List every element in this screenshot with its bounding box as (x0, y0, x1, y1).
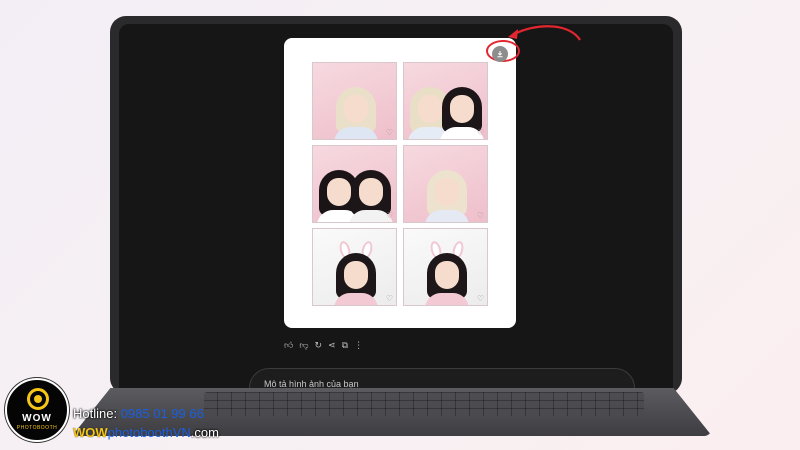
hotline-number: 0985 01 99 66 (120, 406, 204, 421)
copy-icon[interactable]: ⧉ (342, 340, 348, 350)
prompt-placeholder: Mô tả hình ảnh của bạn (264, 379, 359, 389)
generated-photo-card: ♡ ♡ ♡ ♡ ♡ ♡ (284, 38, 520, 328)
laptop-screen: ♡ ♡ ♡ ♡ ♡ ♡ 👍︎ 👎︎ ↻ ⋖ ⧉ ⋮ Mô tả hình ảnh… (119, 24, 673, 394)
share-icon[interactable]: ⋖ (328, 340, 336, 350)
camera-lens-icon (27, 388, 49, 410)
heart-icon[interactable]: ♡ (477, 211, 484, 220)
photo-cell[interactable]: ♡ (312, 145, 397, 223)
heart-icon[interactable]: ♡ (386, 294, 393, 303)
photo-cell[interactable]: ♡ (403, 228, 488, 306)
thumbs-up-icon[interactable]: 👍︎ (284, 340, 293, 350)
photo-cell[interactable]: ♡ (403, 145, 488, 223)
annotation-arrow-icon (508, 25, 581, 41)
wow-photobooth-logo: WOW PHOTOBOOTH (5, 378, 69, 442)
refresh-icon[interactable]: ↻ (315, 340, 323, 350)
website-text: WOWphotoboothVN.com (73, 425, 219, 440)
download-icon (497, 51, 503, 58)
laptop-lid: ♡ ♡ ♡ ♡ ♡ ♡ 👍︎ 👎︎ ↻ ⋖ ⧉ ⋮ Mô tả hình ảnh… (110, 16, 682, 394)
laptop-keyboard (204, 392, 644, 416)
photo-strip-grid: ♡ ♡ ♡ ♡ ♡ ♡ (312, 62, 488, 306)
thumbs-down-icon[interactable]: 👎︎ (299, 340, 308, 350)
heart-icon[interactable]: ♡ (477, 294, 484, 303)
photo-cell[interactable]: ♡ (403, 62, 488, 140)
heart-icon[interactable]: ♡ (386, 128, 393, 137)
hotline-label: Hotline: (73, 406, 121, 421)
hotline-text: Hotline: 0985 01 99 66 (73, 406, 204, 421)
website-mid: photoboothVN (107, 425, 191, 440)
more-vertical-icon[interactable]: ⋮ (354, 340, 363, 350)
photo-cell[interactable]: ♡ (312, 228, 397, 306)
website-brand: WOW (73, 425, 108, 440)
response-actions: 👍︎ 👎︎ ↻ ⋖ ⧉ ⋮ (284, 340, 363, 350)
website-tld: .com (190, 425, 219, 440)
logo-subtitle: PHOTOBOOTH (16, 425, 58, 431)
logo-name: WOW (22, 413, 52, 424)
photo-cell[interactable]: ♡ (312, 62, 397, 140)
heart-icon[interactable]: ♡ (386, 211, 393, 220)
heart-icon[interactable]: ♡ (477, 128, 484, 137)
